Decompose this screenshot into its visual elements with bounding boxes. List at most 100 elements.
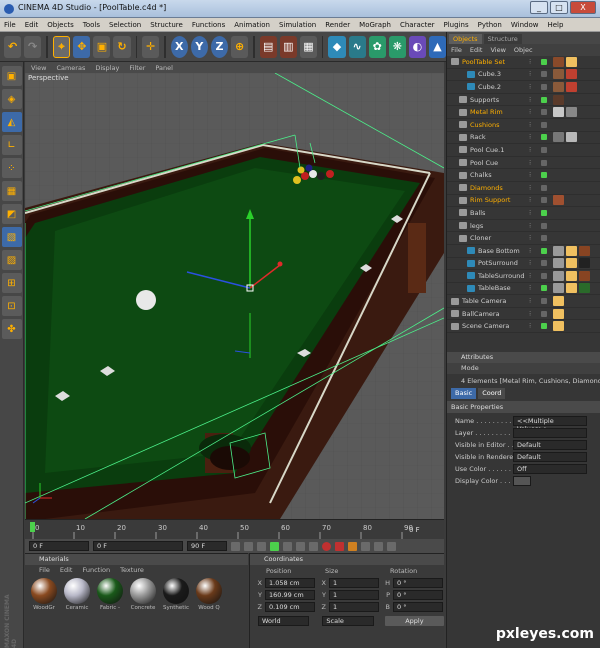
object-tag-icon[interactable] [566, 283, 577, 294]
visibility-dots[interactable]: ⁝ [529, 171, 537, 179]
size-field[interactable]: 1 [329, 602, 379, 612]
material-swatch[interactable]: Synthetic [161, 576, 191, 611]
material-swatch[interactable]: Wood Q [194, 576, 224, 611]
current-frame-field[interactable]: 0 F [93, 541, 183, 551]
enable-check-icon[interactable] [541, 247, 547, 254]
attr-field-value[interactable] [513, 476, 531, 486]
object-row[interactable]: Diamonds ⁝ [447, 182, 600, 195]
attr-field-value[interactable]: Default [513, 452, 587, 462]
materials-menu-edit[interactable]: Edit [60, 565, 73, 576]
snap-icon[interactable]: ⊞ [1, 273, 22, 293]
material-swatch[interactable]: Ceramic [62, 576, 92, 611]
menu-file[interactable]: File [4, 21, 16, 29]
enable-check-icon[interactable] [541, 134, 547, 141]
visibility-dots[interactable]: ⁝ [529, 196, 537, 204]
viewport-menu-panel[interactable]: Panel [155, 64, 173, 72]
goto-start-icon[interactable] [231, 541, 240, 551]
object-row[interactable]: Chalks ⁝ [447, 169, 600, 182]
material-swatch[interactable]: Fabric - [95, 576, 125, 611]
viewport-menu-cameras[interactable]: Cameras [56, 64, 85, 72]
x-axis-icon[interactable]: X [170, 35, 188, 58]
object-row[interactable]: Rim Support ⁝ [447, 195, 600, 208]
edges-mode-icon[interactable]: ▦ [1, 181, 22, 201]
object-tag-icon[interactable] [553, 308, 564, 319]
position-key-icon[interactable] [361, 541, 370, 551]
position-field[interactable]: 160.99 cm [265, 590, 315, 600]
prev-key-icon[interactable] [244, 541, 253, 551]
enable-check-icon[interactable] [541, 71, 547, 78]
object-tag-icon[interactable] [553, 296, 564, 307]
object-tag-icon[interactable] [566, 245, 577, 256]
redo-icon[interactable]: ↷ [24, 35, 42, 58]
position-field[interactable]: 0.109 cm [265, 602, 315, 612]
deformer-icon[interactable]: ◐ [408, 35, 426, 58]
object-tag-icon[interactable] [553, 245, 564, 256]
visibility-dots[interactable]: ⁝ [529, 146, 537, 154]
enable-check-icon[interactable] [541, 209, 547, 216]
menu-animation[interactable]: Animation [234, 21, 270, 29]
menu-help[interactable]: Help [547, 21, 563, 29]
object-row[interactable]: Balls ⁝ [447, 207, 600, 220]
visibility-dots[interactable]: ⁝ [529, 133, 537, 141]
menu-structure[interactable]: Structure [150, 21, 183, 29]
rotation-field[interactable]: 0 ° [393, 602, 443, 612]
attr-field-value[interactable] [513, 428, 587, 438]
visibility-dots[interactable]: ⁝ [529, 96, 537, 104]
object-row[interactable]: Cube.3 ⁝ [447, 69, 600, 82]
object-row[interactable]: Rack ⁝ [447, 132, 600, 145]
goto-end-icon[interactable] [309, 541, 318, 551]
scale-key-icon[interactable] [387, 541, 396, 551]
menu-simulation[interactable]: Simulation [279, 21, 316, 29]
attr-field-value[interactable]: Default [513, 440, 587, 450]
play-icon[interactable] [270, 541, 279, 551]
add-icon[interactable]: ✛ [142, 35, 160, 58]
object-tag-icon[interactable] [553, 69, 564, 80]
visibility-dots[interactable]: ⁝ [529, 297, 537, 305]
render-settings-icon[interactable]: ▦ [299, 35, 317, 58]
locked-workplane-icon[interactable]: ⊡ [1, 296, 22, 316]
visibility-dots[interactable]: ⁝ [529, 121, 537, 129]
menu-render[interactable]: Render [325, 21, 350, 29]
object-tag-icon[interactable] [566, 56, 577, 67]
object-tag-icon[interactable] [553, 132, 564, 143]
next-frame-icon[interactable] [283, 541, 292, 551]
end-frame-field[interactable]: 90 F [187, 541, 227, 551]
undo-icon[interactable]: ↶ [4, 35, 22, 58]
tab-objects[interactable]: Objects [449, 34, 482, 44]
enable-check-icon[interactable] [541, 310, 547, 317]
enable-check-icon[interactable] [541, 146, 547, 153]
next-key-icon[interactable] [296, 541, 305, 551]
enable-check-icon[interactable] [541, 109, 547, 116]
size-field[interactable]: 1 [329, 578, 379, 588]
array-icon[interactable]: ❋ [388, 35, 406, 58]
points-mode-icon[interactable]: ⁘ [1, 158, 22, 178]
object-tag-icon[interactable] [579, 258, 590, 269]
render-view-icon[interactable]: ▤ [259, 35, 277, 58]
object-tag-icon[interactable] [579, 245, 590, 256]
object-tag-icon[interactable] [566, 132, 577, 143]
object-tag-icon[interactable] [553, 270, 564, 281]
timeline-end-frame[interactable]: 0 F [409, 526, 420, 534]
object-row[interactable]: TableSurround ⁝ [447, 270, 600, 283]
enable-check-icon[interactable] [541, 298, 547, 305]
enable-check-icon[interactable] [541, 235, 547, 242]
materials-menu-file[interactable]: File [39, 565, 50, 576]
enable-check-icon[interactable] [541, 159, 547, 166]
object-tag-icon[interactable] [553, 195, 564, 206]
object-row[interactable]: Cloner ⁝ [447, 232, 600, 245]
object-tag-icon[interactable] [553, 258, 564, 269]
object-row[interactable]: Cube.2 ⁝ [447, 81, 600, 94]
object-row[interactable]: legs ⁝ [447, 220, 600, 233]
make-editable-icon[interactable]: ▣ [1, 66, 22, 86]
nurbs-icon[interactable]: ✿ [368, 35, 386, 58]
size-field[interactable]: 1 [329, 590, 379, 600]
enable-check-icon[interactable] [541, 323, 547, 330]
object-tag-icon[interactable] [553, 107, 564, 118]
menu-python[interactable]: Python [478, 21, 502, 29]
scene-icon[interactable]: ▲ [428, 35, 447, 58]
object-row[interactable]: Scene Camera ⁝ [447, 320, 600, 334]
object-tag-icon[interactable] [566, 81, 577, 92]
enable-check-icon[interactable] [541, 58, 547, 65]
enable-check-icon[interactable] [541, 285, 547, 292]
visibility-dots[interactable]: ⁝ [529, 70, 537, 78]
